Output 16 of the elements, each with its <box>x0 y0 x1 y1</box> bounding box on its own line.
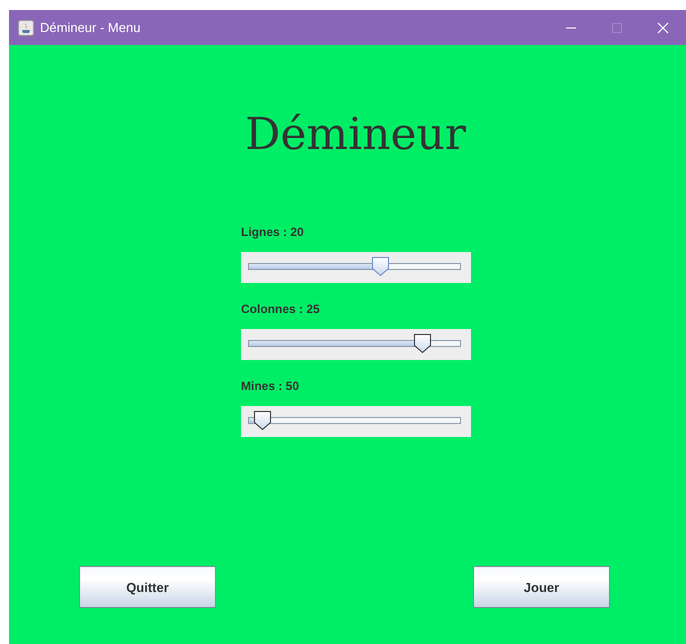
slider[interactable] <box>241 252 471 283</box>
slider-thumb[interactable] <box>254 411 271 430</box>
close-icon[interactable] <box>657 22 669 34</box>
slider-label: Lignes : 20 <box>241 225 305 239</box>
menu-button[interactable]: Quitter <box>79 566 216 608</box>
menu-button[interactable]: Jouer <box>473 566 610 608</box>
slider-label: Colonnes : 25 <box>241 302 321 316</box>
slider-thumb[interactable] <box>414 334 432 353</box>
slider-label: Mines : 50 <box>241 379 300 393</box>
app-icon <box>18 20 34 36</box>
window-title: Démineur - Menu <box>40 20 142 35</box>
maximize-icon[interactable] <box>611 22 623 34</box>
slider-thumb[interactable] <box>372 257 389 276</box>
slider[interactable] <box>241 406 471 437</box>
slider[interactable] <box>241 329 471 360</box>
game-title: Démineur <box>244 108 467 162</box>
